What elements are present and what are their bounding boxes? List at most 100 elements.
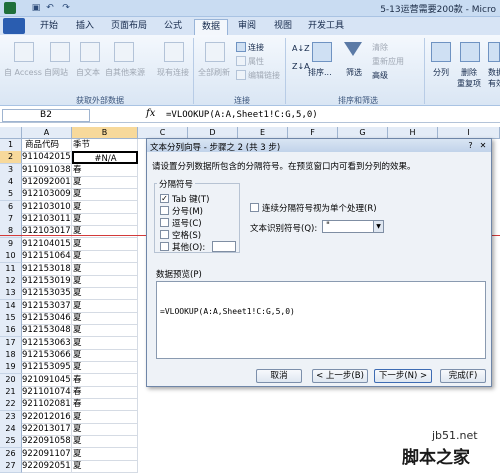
file-menu-button[interactable] [3,18,25,34]
cell-b[interactable]: 夏 [72,200,138,214]
row-header[interactable]: 2 [0,151,22,165]
cell-b[interactable]: 春 [72,373,138,387]
tab-developer[interactable]: 开发工具 [304,19,348,35]
cell-a[interactable]: 912153095 [22,361,72,375]
row-header[interactable]: 9 [0,237,22,251]
cell-a[interactable]: 912153063 [22,336,72,350]
cell-b[interactable]: 春 [72,386,138,399]
select-all-corner[interactable] [0,127,22,139]
help-icon[interactable]: ? [466,141,475,150]
other-checkbox[interactable] [160,242,169,251]
cell-a[interactable]: 912103011 [22,213,72,227]
cell-b[interactable]: 夏 [72,423,138,437]
cell-a[interactable]: 912153019 [22,274,72,288]
cell-b[interactable]: 夏 [72,324,138,338]
close-icon[interactable]: ✕ [478,141,488,150]
cell-a[interactable]: 912103017 [22,225,72,239]
cell-b[interactable]: 夏 [72,410,138,424]
cell-b[interactable]: 季节 [72,139,138,152]
cell-b[interactable]: 夏 [72,287,138,301]
row-header[interactable]: 18 [0,348,22,362]
row-header[interactable]: 22 [0,398,22,412]
row-header[interactable]: 11 [0,262,22,276]
tab-data[interactable]: 数据 [194,19,228,35]
comma-checkbox[interactable] [160,218,169,227]
clear-filter-button[interactable]: 清除 [372,42,388,53]
cell-a[interactable]: 912092001 [22,176,72,190]
row-header[interactable]: 6 [0,200,22,214]
cell-a[interactable]: 912153048 [22,324,72,338]
existing-connections-button[interactable]: 现有连接 [157,67,189,78]
cell-a[interactable]: 922091107 [22,447,72,461]
cell-b[interactable]: 夏 [72,262,138,276]
cell-a[interactable]: 911042015 [22,151,72,165]
cell-a[interactable]: 912103009 [22,188,72,202]
row-header[interactable]: 15 [0,311,22,325]
row-header[interactable]: 27 [0,460,22,473]
row-header[interactable]: 3 [0,163,22,177]
excel-logo-icon[interactable] [4,2,16,14]
insert-function-button[interactable]: fx [146,108,155,119]
cell-a[interactable]: 922092051 [22,460,72,473]
space-checkbox[interactable] [160,230,169,239]
row-header[interactable]: 16 [0,324,22,338]
text-qualifier-select[interactable]: " ▼ [322,220,384,233]
tab-view[interactable]: 视图 [268,19,298,35]
cell-b[interactable]: 夏 [72,274,138,288]
properties-button[interactable]: 属性 [248,56,264,67]
cell-b[interactable]: 春 [72,163,138,177]
cell-b[interactable]: 夏 [72,188,138,202]
refresh-all-button[interactable]: 全部刷新 [198,67,230,78]
cell-a[interactable]: 922013017 [22,423,72,437]
row-header[interactable]: 17 [0,336,22,350]
cell-b[interactable]: 夏 [72,213,138,227]
cell-b[interactable]: 夏 [72,336,138,350]
save-icon[interactable]: ▣ [30,2,42,14]
column-header[interactable]: B [72,127,138,139]
cell-a[interactable]: 912153018 [22,262,72,276]
row-header[interactable]: 12 [0,274,22,288]
cell-a[interactable]: 912151064 [22,250,72,264]
name-box[interactable]: B2 [2,109,90,122]
cell-b[interactable]: 春 [72,398,138,412]
cell-b[interactable]: #N/A [72,151,138,165]
tab-insert[interactable]: 插入 [70,19,100,35]
column-header[interactable]: A [22,127,72,139]
cell-a[interactable]: 911091038 [22,163,72,177]
finish-button[interactable]: 完成(F) [440,369,486,383]
edit-links-button[interactable]: 编辑链接 [248,70,280,81]
cell-b[interactable]: 夏 [72,460,138,473]
tab-review[interactable]: 审阅 [232,19,262,35]
cell-b[interactable]: 夏 [72,176,138,190]
filter-button[interactable]: 筛选 [346,67,362,78]
reapply-button[interactable]: 重新应用 [372,56,404,67]
cell-b[interactable]: 夏 [72,435,138,449]
row-header[interactable]: 14 [0,299,22,313]
remove-duplicates-button[interactable]: 删除 [461,67,477,78]
row-header[interactable]: 19 [0,361,22,375]
cell-b[interactable]: 夏 [72,447,138,461]
row-header[interactable]: 1 [0,139,22,152]
row-header[interactable]: 10 [0,250,22,264]
other-delimiter-input[interactable] [212,241,236,252]
row-header[interactable]: 4 [0,176,22,190]
tab-checkbox[interactable]: ✓ [160,194,169,203]
cell-a[interactable]: 912104015 [22,237,72,251]
sort-button[interactable]: 排序... [308,67,332,78]
cell-a[interactable]: 912153066 [22,348,72,362]
from-text-button[interactable]: 自文本 [76,67,100,78]
cell-a[interactable]: 912103010 [22,200,72,214]
undo-icon[interactable]: ↶ [44,2,56,14]
cell-b[interactable]: 夏 [72,250,138,264]
cell-a[interactable]: 921102081 [22,398,72,412]
cell-a[interactable]: 912153037 [22,299,72,313]
consecutive-checkbox[interactable] [250,203,259,212]
row-header[interactable]: 21 [0,386,22,399]
cell-a[interactable]: 922012016 [22,410,72,424]
cell-a[interactable]: 商品代码 [22,139,72,152]
redo-icon[interactable]: ↷ [60,2,72,14]
from-web-button[interactable]: 自网站 [44,67,68,78]
tab-home[interactable]: 开始 [34,19,64,35]
row-header[interactable]: 5 [0,188,22,202]
row-header[interactable]: 23 [0,410,22,424]
